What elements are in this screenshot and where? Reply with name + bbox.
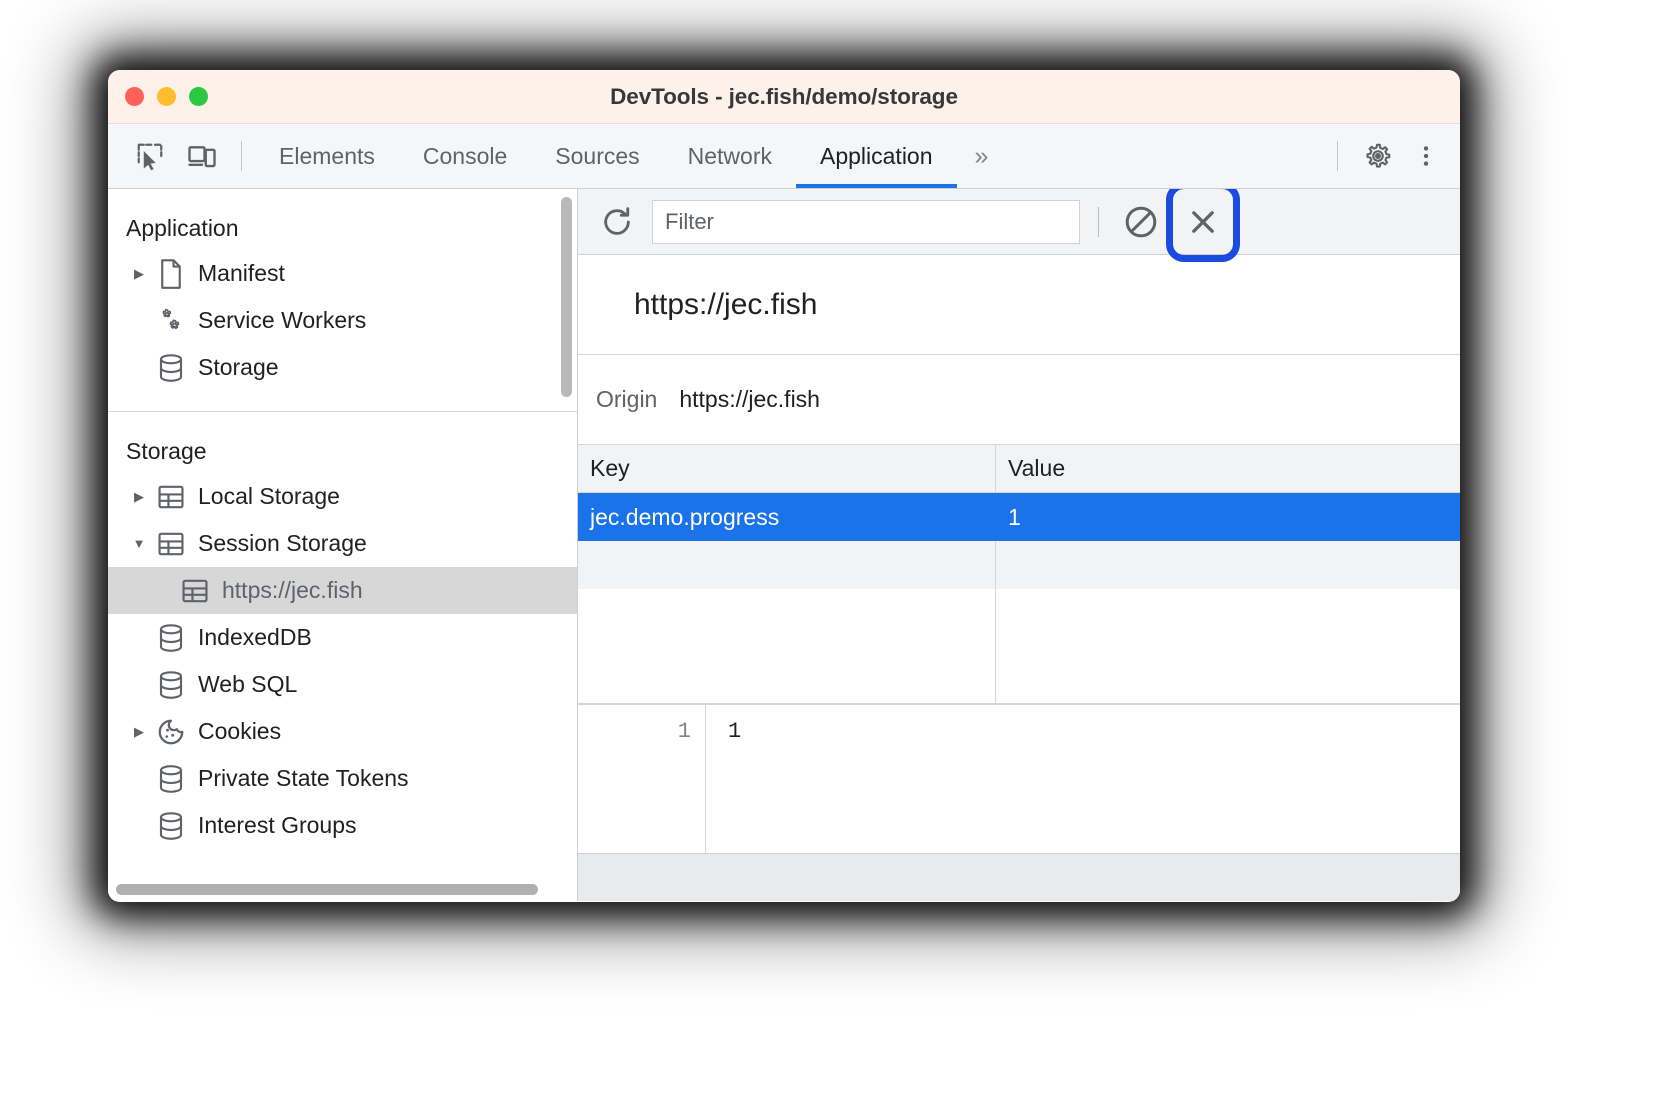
storage-toolbar — [578, 189, 1460, 255]
devtools-body: Application ▶ Manifest ▶ — [108, 189, 1460, 901]
tab-elements-label: Elements — [279, 143, 375, 170]
chevron-right-icon[interactable]: ▶ — [126, 724, 152, 740]
delete-selected-icon[interactable] — [1179, 198, 1227, 246]
sidebar-horizontal-scrollbar[interactable] — [116, 884, 538, 895]
document-icon — [152, 259, 190, 289]
cell-key-empty — [578, 541, 996, 589]
refresh-icon[interactable] — [594, 199, 640, 245]
sidebar-section-application-title: Application — [108, 189, 577, 250]
cell-key: jec.demo.progress — [578, 493, 996, 541]
sidebar-vertical-scrollbar[interactable] — [561, 197, 572, 397]
sidebar-item-manifest-label: Manifest — [198, 260, 285, 287]
sidebar-section-storage-title: Storage — [108, 412, 577, 473]
toolbar-divider — [1098, 207, 1099, 237]
tabbar-right-divider — [1337, 141, 1338, 171]
toolbar-divider — [241, 141, 242, 171]
table-icon — [176, 577, 214, 605]
column-header-value[interactable]: Value — [996, 445, 1460, 492]
tab-network[interactable]: Network — [664, 124, 796, 188]
sidebar-item-service-workers-label: Service Workers — [198, 307, 366, 334]
kebab-menu-icon[interactable] — [1402, 132, 1450, 180]
window-titlebar: DevTools - jec.fish/demo/storage — [108, 70, 1460, 124]
table-icon — [152, 483, 190, 511]
gear-icon[interactable] — [1354, 132, 1402, 180]
inspect-element-icon[interactable] — [124, 133, 176, 179]
database-icon — [152, 353, 190, 383]
window-title: DevTools - jec.fish/demo/storage — [108, 84, 1460, 110]
devtools-window: DevTools - jec.fish/demo/storage — [108, 70, 1460, 902]
sidebar-item-session-storage-origin-label: https://jec.fish — [222, 577, 363, 604]
sidebar-item-service-workers[interactable]: ▶ Service Workers — [108, 297, 577, 344]
panel-tabs: Elements Console Sources Network Applica… — [255, 124, 1006, 188]
sidebar-item-session-storage-label: Session Storage — [198, 530, 367, 557]
table-row[interactable]: jec.demo.progress 1 — [578, 493, 1460, 541]
device-toolbar-icon[interactable] — [176, 133, 228, 179]
sidebar-item-storage[interactable]: ▶ Storage — [108, 344, 577, 391]
cell-value-empty — [996, 541, 1460, 589]
sidebar-item-cookies-label: Cookies — [198, 718, 281, 745]
gears-icon — [152, 306, 190, 336]
screenshot-root: DevTools - jec.fish/demo/storage — [0, 0, 1664, 1110]
storage-panel: https://jec.fish Origin https://jec.fish… — [578, 189, 1460, 901]
sidebar-item-local-storage-label: Local Storage — [198, 483, 340, 510]
chevron-right-icon[interactable]: ▶ — [126, 266, 152, 282]
origin-row: Origin https://jec.fish — [578, 355, 1460, 445]
sidebar-item-cookies[interactable]: ▶ Cookies — [108, 708, 577, 755]
cell-value-filler — [996, 589, 1460, 703]
filter-input[interactable] — [652, 200, 1080, 244]
sidebar-item-storage-label: Storage — [198, 354, 279, 381]
table-icon — [152, 530, 190, 558]
sidebar-item-interest-groups-label: Interest Groups — [198, 812, 357, 839]
application-sidebar: Application ▶ Manifest ▶ — [108, 189, 578, 901]
table-row-empty[interactable] — [578, 541, 1460, 589]
tabbar-right-group — [1331, 124, 1450, 188]
cell-value: 1 — [996, 493, 1460, 541]
sidebar-item-web-sql-label: Web SQL — [198, 671, 297, 698]
preview-line-numbers: 1 — [578, 705, 706, 853]
cell-key-filler — [578, 589, 996, 703]
chevron-down-icon[interactable]: ▼ — [126, 536, 152, 551]
preview-content: 1 — [706, 705, 1460, 853]
cookie-icon — [152, 717, 190, 747]
sidebar-item-private-state-tokens-label: Private State Tokens — [198, 765, 409, 792]
devtools-tabbar: Elements Console Sources Network Applica… — [108, 124, 1460, 189]
tab-console-label: Console — [423, 143, 507, 170]
chevron-right-icon[interactable]: ▶ — [126, 489, 152, 505]
database-icon — [152, 670, 190, 700]
sidebar-item-local-storage[interactable]: ▶ Local Storage — [108, 473, 577, 520]
origin-label: Origin — [596, 386, 657, 413]
sidebar-item-session-storage-origin[interactable]: https://jec.fish — [108, 567, 577, 614]
table-header-row: Key Value — [578, 445, 1460, 493]
tab-console[interactable]: Console — [399, 124, 531, 188]
tab-application[interactable]: Application — [796, 124, 957, 188]
column-header-key[interactable]: Key — [578, 445, 996, 492]
panel-statusbar — [578, 853, 1460, 901]
sidebar-item-private-state-tokens[interactable]: ▶ Private State Tokens — [108, 755, 577, 802]
sidebar-item-indexeddb[interactable]: ▶ IndexedDB — [108, 614, 577, 661]
tab-sources[interactable]: Sources — [531, 124, 663, 188]
database-icon — [152, 764, 190, 794]
origin-value: https://jec.fish — [679, 386, 820, 413]
sidebar-item-manifest[interactable]: ▶ Manifest — [108, 250, 577, 297]
database-icon — [152, 811, 190, 841]
tab-sources-label: Sources — [555, 143, 639, 170]
sidebar-item-web-sql[interactable]: ▶ Web SQL — [108, 661, 577, 708]
delete-selected-wrapper — [1179, 198, 1227, 246]
more-tabs-icon[interactable]: » — [957, 124, 1007, 188]
panel-heading: https://jec.fish — [578, 255, 1460, 355]
database-icon — [152, 623, 190, 653]
tab-network-label: Network — [688, 143, 772, 170]
sidebar-item-indexeddb-label: IndexedDB — [198, 624, 312, 651]
tab-application-label: Application — [820, 143, 933, 170]
tab-elements[interactable]: Elements — [255, 124, 399, 188]
clear-filters-icon[interactable] — [1117, 198, 1165, 246]
sidebar-item-session-storage[interactable]: ▼ Session Storage — [108, 520, 577, 567]
sidebar-item-interest-groups[interactable]: ▶ Interest Groups — [108, 802, 577, 849]
value-preview-pane: 1 1 — [578, 703, 1460, 853]
storage-table: Key Value jec.demo.progress 1 — [578, 445, 1460, 703]
table-row-filler — [578, 589, 1460, 703]
